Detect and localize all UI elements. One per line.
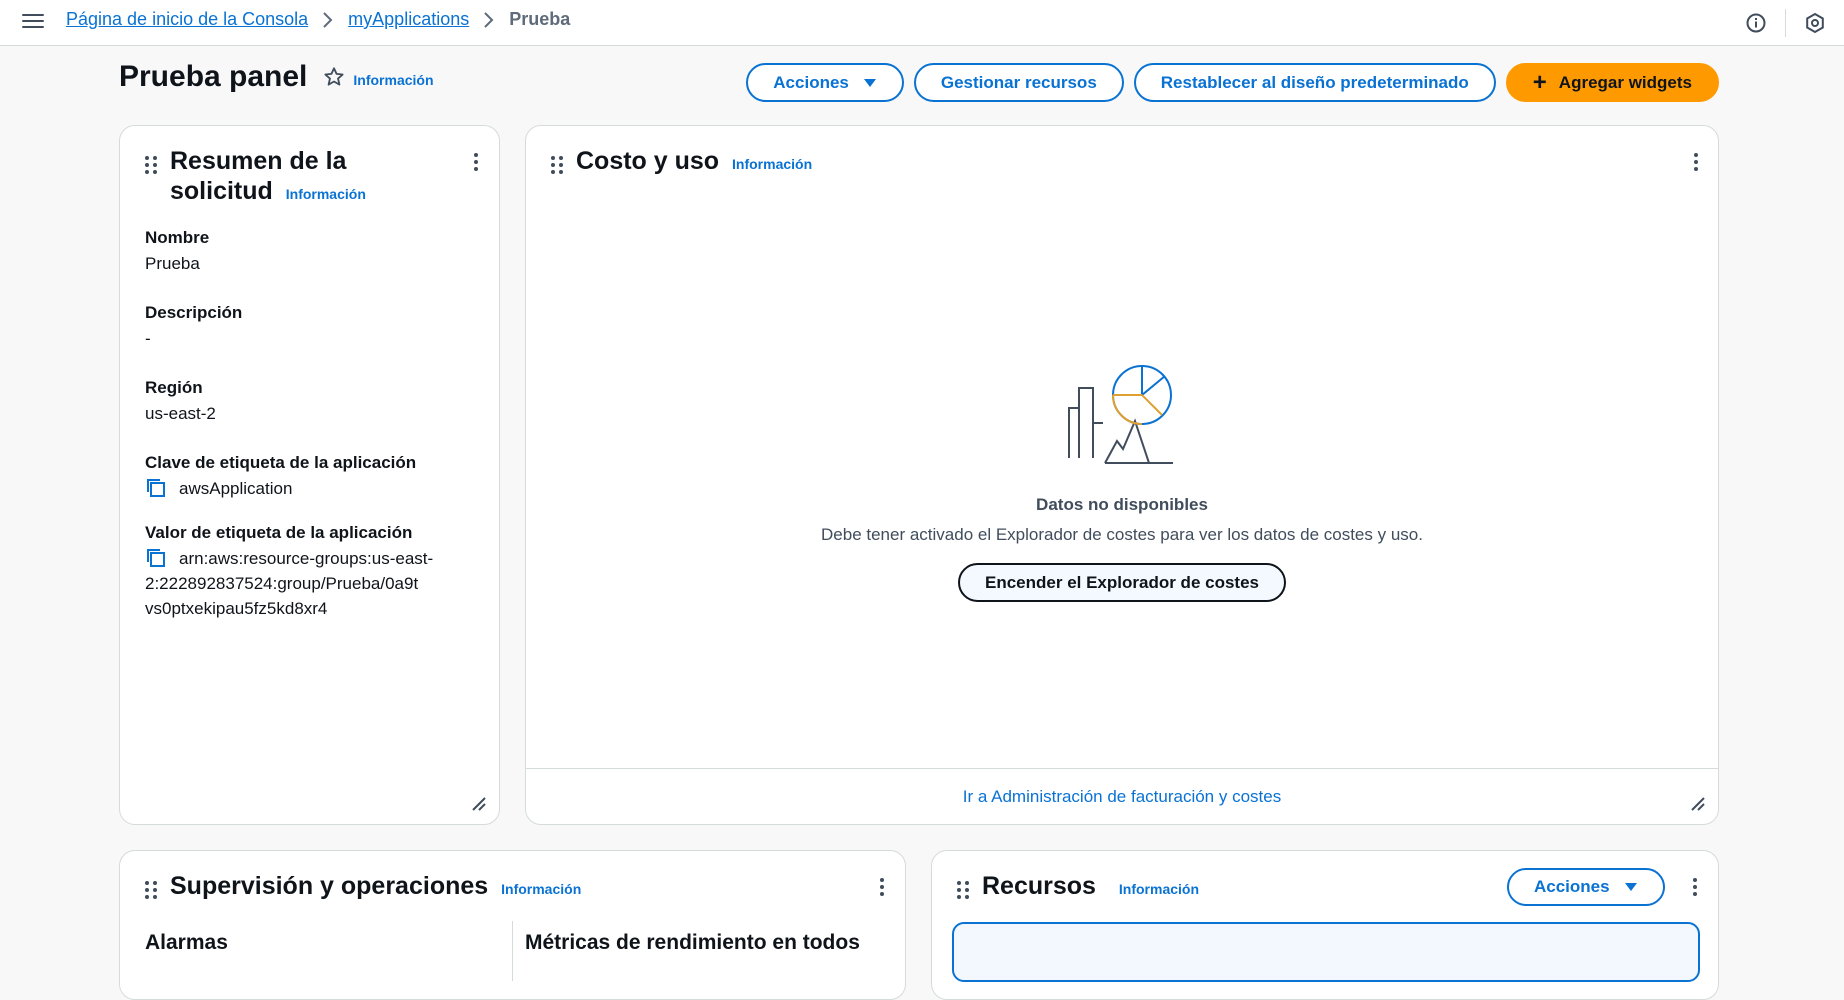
more-options-icon[interactable] bbox=[1686, 150, 1706, 174]
tag-key-row: awsApplication bbox=[145, 476, 292, 501]
billing-console-link[interactable]: Ir a Administración de facturación y cos… bbox=[963, 787, 1281, 807]
favorite-star-icon[interactable] bbox=[323, 66, 345, 93]
empty-state-chart-icon bbox=[1065, 363, 1177, 478]
manage-resources-button[interactable]: Gestionar recursos bbox=[913, 63, 1124, 102]
cost-title: Costo y uso Información bbox=[576, 146, 812, 179]
resize-handle-icon[interactable] bbox=[471, 796, 487, 812]
tag-value-block: arn:aws:resource-groups:us-east- 2:22289… bbox=[145, 546, 485, 621]
drag-handle-icon[interactable] bbox=[145, 156, 157, 174]
tag-value-line2: 2:222892837524:group/Prueba/0a9t bbox=[145, 574, 419, 593]
tag-key-value: awsApplication bbox=[179, 479, 293, 498]
region-value: us-east-2 bbox=[145, 404, 216, 423]
resources-title: Recursos Información bbox=[982, 871, 1199, 904]
resources-widget: Recursos Información Acciones bbox=[931, 850, 1719, 1000]
monitoring-info-link[interactable]: Información bbox=[501, 881, 581, 897]
tag-value-label: Valor de etiqueta de la aplicación bbox=[145, 523, 413, 542]
top-navigation-bar: Página de inicio de la Consola myApplica… bbox=[0, 0, 1844, 46]
menu-icon[interactable] bbox=[22, 10, 44, 32]
column-divider bbox=[512, 921, 513, 981]
summary-title: Resumen de la solicitud Información bbox=[170, 146, 366, 209]
cost-title-text: Costo y uso bbox=[576, 147, 720, 175]
plus-icon: + bbox=[1532, 68, 1547, 96]
tag-value-line3: vs0ptxekipau5fz5kd8xr4 bbox=[145, 599, 328, 618]
resources-actions-label: Acciones bbox=[1534, 877, 1610, 896]
resources-title-text: Recursos bbox=[982, 872, 1096, 900]
enable-button-wrap: Encender el Explorador de costes bbox=[526, 563, 1718, 602]
breadcrumb-current: Prueba bbox=[509, 9, 571, 29]
empty-state-description: Debe tener activado el Explorador de cos… bbox=[821, 525, 1423, 544]
cost-and-usage-widget: Costo y uso Información Datos no disponi… bbox=[525, 125, 1719, 825]
top-icons bbox=[1727, 0, 1844, 46]
settings-icon[interactable] bbox=[1786, 0, 1844, 46]
more-options-icon[interactable] bbox=[466, 150, 486, 174]
breadcrumb: Página de inicio de la Consola myApplica… bbox=[66, 9, 570, 30]
drag-handle-icon[interactable] bbox=[957, 881, 969, 899]
alarms-heading: Alarmas bbox=[145, 931, 228, 954]
performance-metrics-heading: Métricas de rendimiento en todos bbox=[525, 931, 860, 954]
resources-actions-button[interactable]: Acciones bbox=[1507, 868, 1665, 906]
application-summary-widget: Resumen de la solicitud Información Nomb… bbox=[119, 125, 500, 825]
description-label: Descripción bbox=[145, 303, 243, 322]
resources-info-link[interactable]: Información bbox=[1119, 881, 1199, 897]
breadcrumb-console-home[interactable]: Página de inicio de la Consola bbox=[66, 9, 308, 30]
actions-dropdown-button[interactable]: Acciones bbox=[746, 63, 904, 102]
drag-handle-icon[interactable] bbox=[145, 881, 157, 899]
info-icon[interactable] bbox=[1727, 0, 1785, 46]
monitoring-operations-widget: Supervisión y operaciones Información Al… bbox=[119, 850, 906, 1000]
chevron-right-icon bbox=[483, 11, 495, 29]
resize-handle-icon[interactable] bbox=[1690, 796, 1706, 812]
more-options-icon[interactable] bbox=[1685, 875, 1705, 899]
add-widgets-button[interactable]: + Agregar widgets bbox=[1505, 63, 1719, 102]
add-widgets-label: Agregar widgets bbox=[1558, 72, 1692, 92]
summary-title-line1: Resumen de la bbox=[170, 147, 347, 175]
cost-info-link[interactable]: Información bbox=[732, 156, 812, 172]
page-header: Prueba panel Información bbox=[119, 60, 434, 94]
description-value: - bbox=[145, 329, 151, 348]
monitoring-title: Supervisión y operaciones Información bbox=[170, 871, 581, 904]
empty-state-title: Datos no disponibles bbox=[1036, 495, 1208, 514]
header-info-link[interactable]: Información bbox=[353, 72, 433, 88]
copy-icon[interactable] bbox=[145, 547, 167, 569]
name-label: Nombre bbox=[145, 228, 210, 247]
reset-layout-button[interactable]: Restablecer al diseño predeterminado bbox=[1133, 63, 1496, 102]
header-actions: Acciones Gestionar recursos Restablecer … bbox=[746, 63, 1719, 102]
caret-down-icon bbox=[863, 73, 877, 93]
chevron-right-icon bbox=[322, 11, 334, 29]
name-value: Prueba bbox=[145, 254, 200, 273]
region-label: Región bbox=[145, 378, 203, 397]
actions-label: Acciones bbox=[773, 72, 849, 92]
more-options-icon[interactable] bbox=[872, 875, 892, 899]
tag-value-line1: arn:aws:resource-groups:us-east- bbox=[179, 549, 434, 568]
breadcrumb-myapplications[interactable]: myApplications bbox=[348, 9, 469, 30]
cost-card-footer: Ir a Administración de facturación y cos… bbox=[526, 768, 1718, 824]
monitoring-title-text: Supervisión y operaciones bbox=[170, 872, 489, 900]
enable-cost-explorer-button[interactable]: Encender el Explorador de costes bbox=[958, 563, 1286, 602]
tag-key-label: Clave de etiqueta de la aplicación bbox=[145, 453, 417, 472]
drag-handle-icon[interactable] bbox=[551, 156, 563, 174]
copy-icon[interactable] bbox=[145, 477, 167, 499]
summary-info-link[interactable]: Información bbox=[286, 186, 366, 202]
summary-title-line2: solicitud bbox=[170, 177, 273, 205]
caret-down-icon bbox=[1624, 877, 1638, 897]
page-title: Prueba panel bbox=[119, 60, 308, 93]
resources-info-banner bbox=[952, 922, 1700, 982]
